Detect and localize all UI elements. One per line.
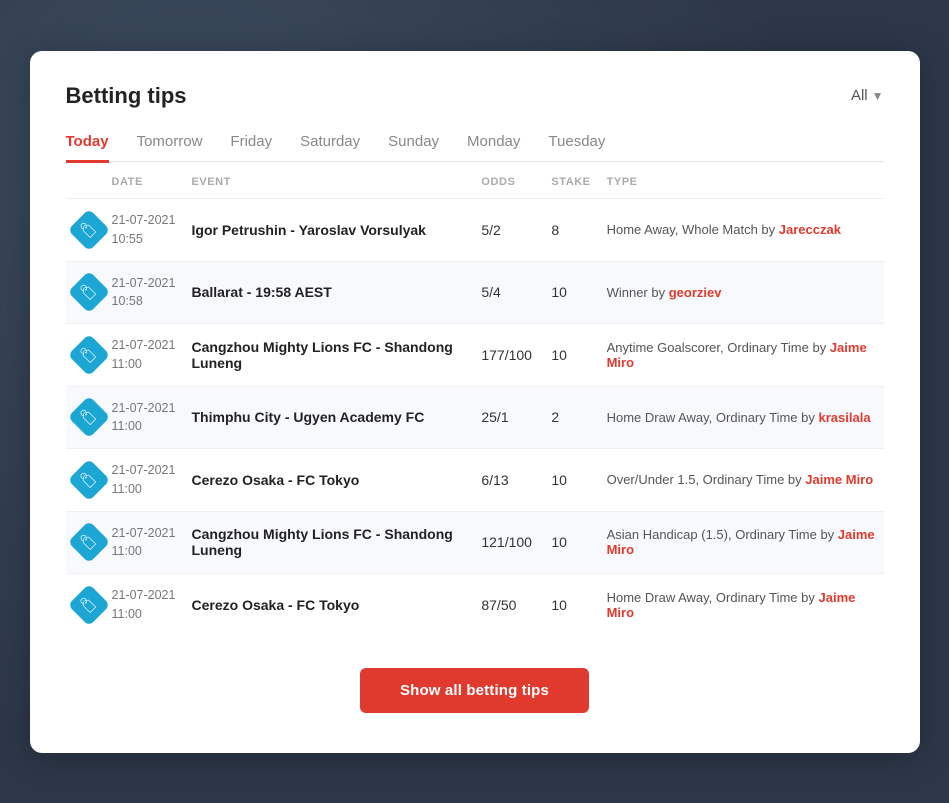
event-cell: Igor Petrushin - Yaroslav Vorsulyak xyxy=(184,199,474,262)
stake-cell: 10 xyxy=(543,324,598,387)
ticket-icon-cell: 🏷 xyxy=(66,199,104,262)
type-text: Anytime Goalscorer, Ordinary Time by xyxy=(607,340,830,355)
col-stake: STAKE xyxy=(543,162,598,199)
type-text: Winner by xyxy=(607,285,669,300)
odds-cell: 121/100 xyxy=(473,511,543,574)
betting-tips-card: Betting tips All ▼ Today Tomorrow Friday Sa… xyxy=(30,51,920,753)
ticket-icon: 🏷 xyxy=(67,334,109,376)
chevron-down-icon: ▼ xyxy=(872,89,884,103)
filter-dropdown[interactable]: All ▼ xyxy=(851,87,884,104)
stake-cell: 10 xyxy=(543,511,598,574)
date-cell: 21-07-202110:58 xyxy=(104,261,184,324)
col-icon xyxy=(66,162,104,199)
table-row: 🏷21-07-202111:00Thimphu City - Ugyen Aca… xyxy=(66,386,884,449)
ticket-icon: 🏷 xyxy=(67,209,109,251)
card-title: Betting tips xyxy=(66,83,187,109)
filter-label: All xyxy=(851,87,868,104)
col-event: EVENT xyxy=(184,162,474,199)
odds-cell: 177/100 xyxy=(473,324,543,387)
type-text: Home Draw Away, Ordinary Time by xyxy=(607,590,819,605)
ticket-icon-cell: 🏷 xyxy=(66,449,104,512)
odds-cell: 5/4 xyxy=(473,261,543,324)
ticket-icon: 🏷 xyxy=(67,271,109,313)
table-row: 🏷21-07-202111:00Cerezo Osaka - FC Tokyo6… xyxy=(66,449,884,512)
ticket-icon-cell: 🏷 xyxy=(66,324,104,387)
date-cell: 21-07-202111:00 xyxy=(104,511,184,574)
type-text: Over/Under 1.5, Ordinary Time by xyxy=(607,472,806,487)
date-cell: 21-07-202111:00 xyxy=(104,449,184,512)
show-all-wrap: Show all betting tips xyxy=(66,668,884,713)
table-row: 🏷21-07-202111:00Cangzhou Mighty Lions FC… xyxy=(66,511,884,574)
date-cell: 21-07-202110:55 xyxy=(104,199,184,262)
author-link[interactable]: krasilala xyxy=(819,410,871,425)
ticket-icon: 🏷 xyxy=(67,521,109,563)
type-cell: Winner by georziev xyxy=(599,261,884,324)
tabs: Today Tomorrow Friday Saturday Sunday Monday T… xyxy=(66,133,884,163)
type-text: Home Draw Away, Ordinary Time by xyxy=(607,410,819,425)
odds-cell: 5/2 xyxy=(473,199,543,262)
tab-today[interactable]: Today xyxy=(66,133,109,163)
event-cell: Cangzhou Mighty Lions FC - Shandong Lune… xyxy=(184,324,474,387)
table-body: 🏷21-07-202110:55Igor Petrushin - Yarosla… xyxy=(66,199,884,636)
tab-friday[interactable]: Friday xyxy=(230,133,272,163)
stake-cell: 10 xyxy=(543,261,598,324)
ticket-icon: 🏷 xyxy=(67,459,109,501)
ticket-icon: 🏷 xyxy=(67,396,109,438)
betting-tips-table: DATE EVENT ODDS STAKE TYPE 🏷21-07-202110… xyxy=(66,162,884,636)
type-cell: Home Away, Whole Match by Jarecczak xyxy=(599,199,884,262)
card-header: Betting tips All ▼ xyxy=(66,83,884,109)
table-row: 🏷21-07-202110:55Igor Petrushin - Yarosla… xyxy=(66,199,884,262)
ticket-icon-cell: 🏷 xyxy=(66,261,104,324)
event-cell: Cerezo Osaka - FC Tokyo xyxy=(184,574,474,636)
odds-cell: 6/13 xyxy=(473,449,543,512)
date-cell: 21-07-202111:00 xyxy=(104,574,184,636)
tab-saturday[interactable]: Saturday xyxy=(300,133,360,163)
type-cell: Home Draw Away, Ordinary Time by Jaime M… xyxy=(599,574,884,636)
ticket-icon-cell: 🏷 xyxy=(66,511,104,574)
ticket-icon-cell: 🏷 xyxy=(66,386,104,449)
type-text: Asian Handicap (1.5), Ordinary Time by xyxy=(607,527,838,542)
table-row: 🏷21-07-202111:00Cangzhou Mighty Lions FC… xyxy=(66,324,884,387)
event-cell: Ballarat - 19:58 AEST xyxy=(184,261,474,324)
type-cell: Anytime Goalscorer, Ordinary Time by Jai… xyxy=(599,324,884,387)
author-link[interactable]: Jaime Miro xyxy=(805,472,873,487)
tab-tomorrow[interactable]: Tomorrow xyxy=(137,133,203,163)
event-cell: Thimphu City - Ugyen Academy FC xyxy=(184,386,474,449)
show-all-button[interactable]: Show all betting tips xyxy=(360,668,589,713)
date-cell: 21-07-202111:00 xyxy=(104,386,184,449)
odds-cell: 87/50 xyxy=(473,574,543,636)
stake-cell: 2 xyxy=(543,386,598,449)
date-cell: 21-07-202111:00 xyxy=(104,324,184,387)
type-cell: Over/Under 1.5, Ordinary Time by Jaime M… xyxy=(599,449,884,512)
stake-cell: 8 xyxy=(543,199,598,262)
tab-tuesday[interactable]: Tuesday xyxy=(548,133,605,163)
type-cell: Home Draw Away, Ordinary Time by krasila… xyxy=(599,386,884,449)
event-cell: Cangzhou Mighty Lions FC - Shandong Lune… xyxy=(184,511,474,574)
odds-cell: 25/1 xyxy=(473,386,543,449)
author-link[interactable]: georziev xyxy=(669,285,722,300)
col-type: TYPE xyxy=(599,162,884,199)
type-text: Home Away, Whole Match by xyxy=(607,222,779,237)
stake-cell: 10 xyxy=(543,449,598,512)
col-odds: ODDS xyxy=(473,162,543,199)
ticket-icon: 🏷 xyxy=(67,584,109,626)
table-header-row: DATE EVENT ODDS STAKE TYPE xyxy=(66,162,884,199)
table-row: 🏷21-07-202111:00Cerezo Osaka - FC Tokyo8… xyxy=(66,574,884,636)
stake-cell: 10 xyxy=(543,574,598,636)
tab-sunday[interactable]: Sunday xyxy=(388,133,439,163)
ticket-icon-cell: 🏷 xyxy=(66,574,104,636)
tab-monday[interactable]: Monday xyxy=(467,133,520,163)
author-link[interactable]: Jarecczak xyxy=(779,222,841,237)
table-row: 🏷21-07-202110:58Ballarat - 19:58 AEST5/4… xyxy=(66,261,884,324)
event-cell: Cerezo Osaka - FC Tokyo xyxy=(184,449,474,512)
col-date: DATE xyxy=(104,162,184,199)
type-cell: Asian Handicap (1.5), Ordinary Time by J… xyxy=(599,511,884,574)
